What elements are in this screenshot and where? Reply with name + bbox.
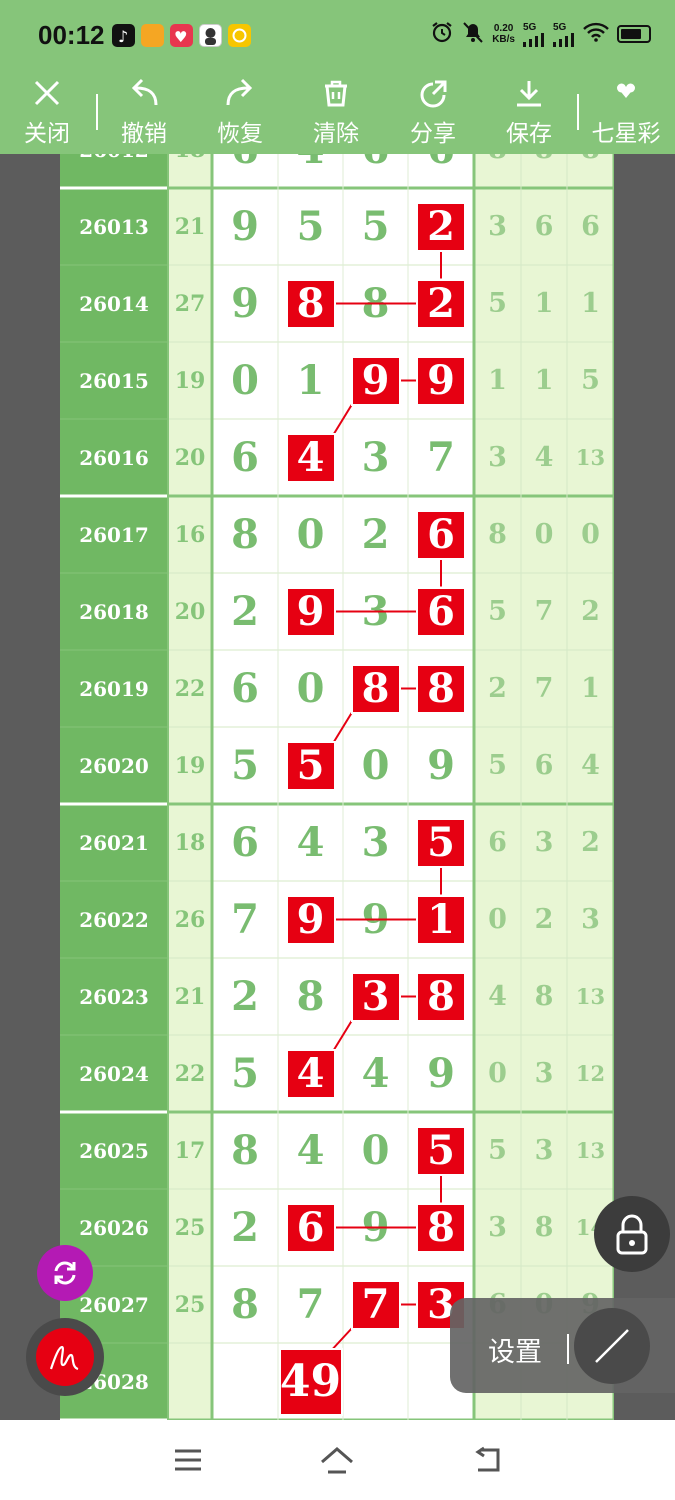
alarm-icon [430, 20, 454, 48]
status-bar: 00:12 ♪ ♥ 0.20 KB/s 5G 5G [0, 0, 675, 74]
net-speed: 0.20 KB/s [492, 23, 515, 45]
battery-icon [617, 25, 651, 43]
highlight-box: 6 [416, 509, 466, 560]
signal-bars-icon: 5G [523, 22, 545, 47]
highlight-box: 8 [416, 1202, 466, 1253]
refresh-button[interactable] [37, 1245, 93, 1301]
left-margin [0, 154, 60, 1420]
lock-button[interactable] [594, 1196, 670, 1272]
highlight-box: 7 [350, 1279, 401, 1330]
notification-app-icons: ♪ ♥ [112, 24, 251, 47]
highlight-box: 9 [350, 355, 401, 406]
download-icon [489, 78, 569, 114]
highlight-box: 6 [416, 586, 466, 637]
lottery-menu-button[interactable]: 七星彩 [586, 78, 666, 150]
highlight-box: 8 [416, 971, 466, 1022]
trash-icon [296, 78, 376, 114]
lottery-trend-table[interactable]: 2601218646688826013219552366260142798825… [60, 154, 614, 1420]
mute-bell-icon [462, 20, 484, 48]
settings-panel: 设置 [450, 1298, 675, 1393]
redo-icon [200, 78, 280, 114]
toolbar: 关闭 撤销 恢复 清除 分享 保存 七星彩 [0, 74, 675, 154]
undo-label: 撤销 [121, 121, 167, 147]
redo-label: 恢复 [217, 121, 263, 147]
yellow-app-icon [228, 24, 251, 47]
highlight-box: 4 [285, 1048, 336, 1099]
settings-button[interactable]: 设置 [488, 1330, 542, 1369]
svg-text:♥: ♥ [174, 28, 187, 46]
wifi-icon [583, 22, 609, 46]
toolbar-divider [96, 94, 98, 130]
highlight-box: 1 [416, 894, 466, 945]
back-icon [475, 1446, 500, 1472]
toolbar-divider [577, 94, 579, 130]
close-button[interactable]: 关闭 [7, 78, 87, 150]
highlight-box: 4 [285, 432, 336, 483]
menu-icon [175, 1449, 201, 1471]
draw-button[interactable] [36, 1328, 94, 1386]
svg-text:♪: ♪ [118, 27, 128, 46]
highlight-box: 5 [416, 817, 466, 868]
clear-button[interactable]: 清除 [296, 78, 376, 150]
clear-label: 清除 [313, 121, 359, 147]
battery-level-fill [621, 29, 641, 39]
avatar-app-icon [199, 24, 222, 47]
signal-bars-icon: 5G [553, 22, 575, 47]
save-button[interactable]: 保存 [489, 78, 569, 150]
status-indicators: 0.20 KB/s 5G 5G [430, 20, 651, 48]
handwriting-icon [49, 1345, 79, 1371]
video-app-icon [141, 24, 164, 47]
highlight-box: 5 [416, 1125, 466, 1176]
highlight-box: 3 [350, 971, 401, 1022]
settings-divider [567, 1334, 569, 1364]
share-label: 分享 [410, 121, 456, 147]
highlight-box: 8 [416, 663, 466, 714]
highlight-box: 2 [416, 201, 466, 252]
home-nav-button[interactable] [307, 1440, 367, 1480]
highlight-box: 2 [416, 278, 466, 329]
tiktok-icon: ♪ [112, 24, 135, 47]
highlight-box: 9 [416, 355, 466, 406]
chart-content: 2601218646688826013219552366260142798825… [0, 154, 675, 1420]
line-tool-button[interactable] [574, 1308, 650, 1384]
highlight-box: 9 [285, 894, 336, 945]
undo-button[interactable]: 撤销 [104, 78, 184, 150]
highlight-box: 6 [285, 1202, 336, 1253]
lock-icon [616, 1214, 648, 1255]
highlight-box: 9 [285, 586, 336, 637]
heart-app-icon: ♥ [170, 24, 193, 47]
lottery-label: 七星彩 [591, 121, 661, 147]
close-label: 关闭 [24, 121, 70, 147]
highlight-box: 5 [285, 740, 336, 791]
menu-nav-button[interactable] [158, 1440, 218, 1480]
triangle-down-icon [586, 78, 666, 114]
refresh-icon [54, 1261, 76, 1285]
undo-icon [104, 78, 184, 114]
prediction-box: 49 [278, 1347, 343, 1416]
redo-button[interactable]: 恢复 [200, 78, 280, 150]
share-button[interactable]: 分享 [393, 78, 473, 150]
close-icon [7, 78, 87, 114]
home-icon [321, 1447, 353, 1474]
save-label: 保存 [506, 121, 552, 147]
back-nav-button[interactable] [458, 1440, 518, 1480]
highlight-box: 8 [285, 278, 336, 329]
highlight-layer: 2 8 2 9 9 4 6 9 6 8 8 5 5 9 1 3 8 4 5 6 8 7 3 49 [60, 154, 614, 1420]
system-nav-bar [0, 1420, 675, 1500]
line-tool-icon [595, 1329, 629, 1363]
highlight-box: 8 [350, 663, 401, 714]
share-icon [393, 78, 473, 114]
status-time: 00:12 [38, 20, 105, 50]
